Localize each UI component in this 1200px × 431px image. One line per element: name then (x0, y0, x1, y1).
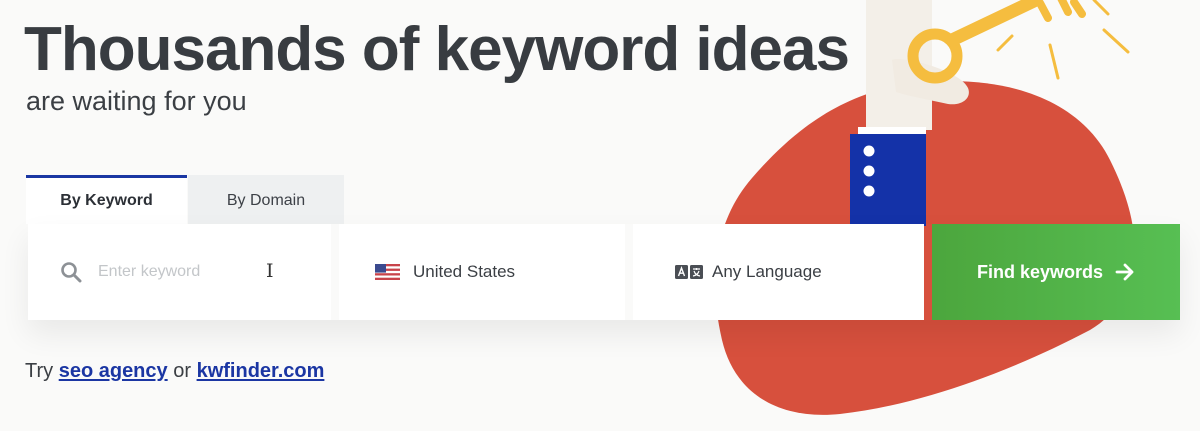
us-flag-icon (375, 264, 400, 280)
page-title: Thousands of keyword ideas (24, 15, 850, 84)
suggestion-link-kwfinder[interactable]: kwfinder.com (197, 360, 325, 382)
page-subtitle: are waiting for you (26, 86, 247, 116)
suggestion-connector: or (173, 360, 192, 382)
text-cursor-icon: I (266, 260, 274, 282)
keyword-field[interactable]: I (28, 224, 331, 320)
search-icon (61, 262, 82, 283)
language-icon (675, 265, 703, 279)
location-value: United States (413, 262, 516, 281)
arrow-right-icon (1115, 263, 1134, 281)
search-mode-tabs: By Keyword By Domain (26, 175, 344, 224)
suggestion-line: Try seo agency or kwfinder.com (25, 360, 324, 383)
find-keywords-label: Find keywords (976, 261, 1104, 282)
key-icon (907, 0, 1130, 84)
language-select[interactable]: Any Language (633, 224, 924, 320)
suggestion-link-seo-agency[interactable]: seo agency (59, 360, 168, 382)
tab-by-keyword[interactable]: By Keyword (26, 175, 187, 224)
location-select[interactable]: United States (339, 224, 625, 320)
language-value: Any Language (712, 262, 822, 281)
keyword-search-form: I United States Any Language Find keywor… (28, 224, 1180, 320)
find-keywords-button[interactable]: Find keywords (932, 224, 1180, 320)
keyword-input[interactable] (96, 262, 270, 282)
suggestion-prefix: Try (25, 360, 54, 382)
tab-by-domain[interactable]: By Domain (188, 175, 344, 224)
